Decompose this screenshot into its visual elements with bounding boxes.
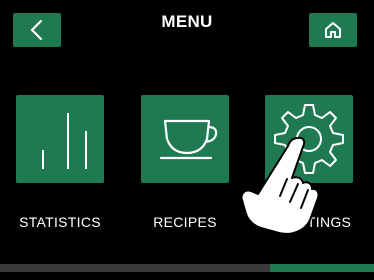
- coffee-cup-icon: [159, 119, 218, 160]
- home-button[interactable]: [309, 13, 357, 47]
- scrollbar-thumb[interactable]: [270, 264, 374, 272]
- bar-chart-icon: [42, 113, 87, 169]
- statistics-tile[interactable]: [16, 95, 104, 183]
- home-icon: [325, 22, 341, 38]
- recipes-tile[interactable]: [141, 95, 229, 183]
- pointing-hand-icon: [240, 136, 318, 235]
- recipes-label: RECIPES: [153, 214, 217, 230]
- statistics-label: STATISTICS: [19, 214, 101, 230]
